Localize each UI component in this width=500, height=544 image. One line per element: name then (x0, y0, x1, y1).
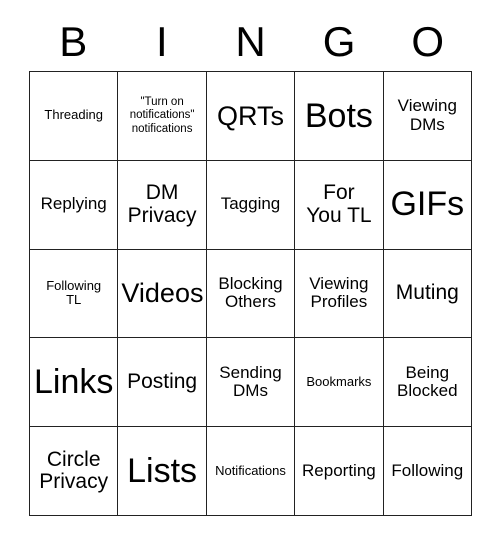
bingo-cell-label: "Turn on notifications" notifications (129, 95, 195, 135)
bingo-cell[interactable]: For You TL (295, 160, 384, 250)
bingo-cell[interactable]: Following TL (30, 249, 119, 339)
bingo-header-letter-g: G (322, 18, 356, 65)
bingo-cell-label: Tagging (220, 194, 281, 214)
bingo-cell-label: Following TL (46, 277, 102, 308)
bingo-cell-label: Notifications (215, 462, 286, 478)
bingo-cell[interactable]: Posting (118, 338, 207, 428)
bingo-cell-label: Blocking Others (218, 273, 283, 312)
bingo-cell[interactable]: Replying (30, 160, 119, 250)
bingo-cell[interactable]: Bots (295, 72, 384, 161)
bingo-header-letter-i: I (156, 18, 168, 65)
bingo-cell[interactable]: Sending DMs (206, 338, 296, 428)
bingo-cell[interactable]: Tagging (206, 160, 296, 250)
bingo-cell-label: Videos (121, 278, 204, 309)
bingo-cell[interactable]: Lists (118, 427, 207, 516)
bingo-cell-label: Being Blocked (397, 362, 458, 401)
bingo-cell[interactable]: Blocking Others (206, 249, 296, 339)
bingo-cell[interactable]: Viewing Profiles (295, 249, 384, 339)
bingo-cell-label: Links (34, 362, 114, 401)
bingo-cell[interactable]: Being Blocked (383, 338, 472, 428)
bingo-header: B I N G O (29, 14, 472, 70)
bingo-cell-label: Posting (127, 370, 198, 394)
bingo-cell-label: DM Privacy (127, 181, 197, 227)
bingo-cell[interactable]: Viewing DMs (383, 72, 472, 161)
bingo-cell-label: Following (391, 460, 464, 480)
bingo-card: B I N G O Threading "Turn on notification… (0, 0, 500, 544)
bingo-header-letter-b: B (59, 18, 88, 65)
bingo-cell-label: Circle Privacy (39, 447, 109, 494)
bingo-cell[interactable]: Videos (118, 249, 207, 339)
bingo-cell[interactable]: Links (30, 338, 119, 428)
bingo-cell-label: Bookmarks (306, 373, 372, 389)
bingo-cell-label: Threading (44, 107, 103, 123)
bingo-cell[interactable]: Circle Privacy (30, 427, 119, 516)
bingo-cell[interactable]: "Turn on notifications" notifications (118, 72, 207, 161)
bingo-cell[interactable]: Notifications (206, 427, 296, 516)
bingo-cell-label: Viewing DMs (397, 96, 457, 134)
bingo-cell[interactable]: QRTs (206, 72, 296, 161)
bingo-cell-label: Replying (40, 194, 107, 214)
bingo-cell[interactable]: Threading (30, 72, 119, 161)
bingo-cell-label: Viewing Profiles (309, 273, 369, 312)
bingo-header-letter-o: O (411, 18, 444, 65)
bingo-cell[interactable]: GIFs (383, 160, 472, 250)
bingo-cell-label: Sending DMs (219, 362, 282, 401)
bingo-cell[interactable]: Following (383, 427, 472, 516)
bingo-grid: Threading "Turn on notifications" notific… (29, 71, 472, 516)
bingo-cell[interactable]: Reporting (295, 427, 384, 516)
bingo-cell-label: For You TL (306, 181, 372, 227)
bingo-cell-label: Reporting (302, 460, 376, 480)
bingo-cell-label: Bots (304, 96, 373, 135)
bingo-cell[interactable]: Bookmarks (295, 338, 384, 428)
bingo-cell[interactable]: Muting (383, 249, 472, 339)
bingo-cell-label: QRTs (216, 100, 284, 131)
bingo-cell-label: GIFs (390, 185, 465, 224)
bingo-header-letter-n: N (235, 18, 266, 65)
bingo-cell-label: Lists (127, 451, 198, 490)
bingo-cell-label: Muting (395, 281, 459, 305)
bingo-cell[interactable]: DM Privacy (118, 160, 207, 250)
